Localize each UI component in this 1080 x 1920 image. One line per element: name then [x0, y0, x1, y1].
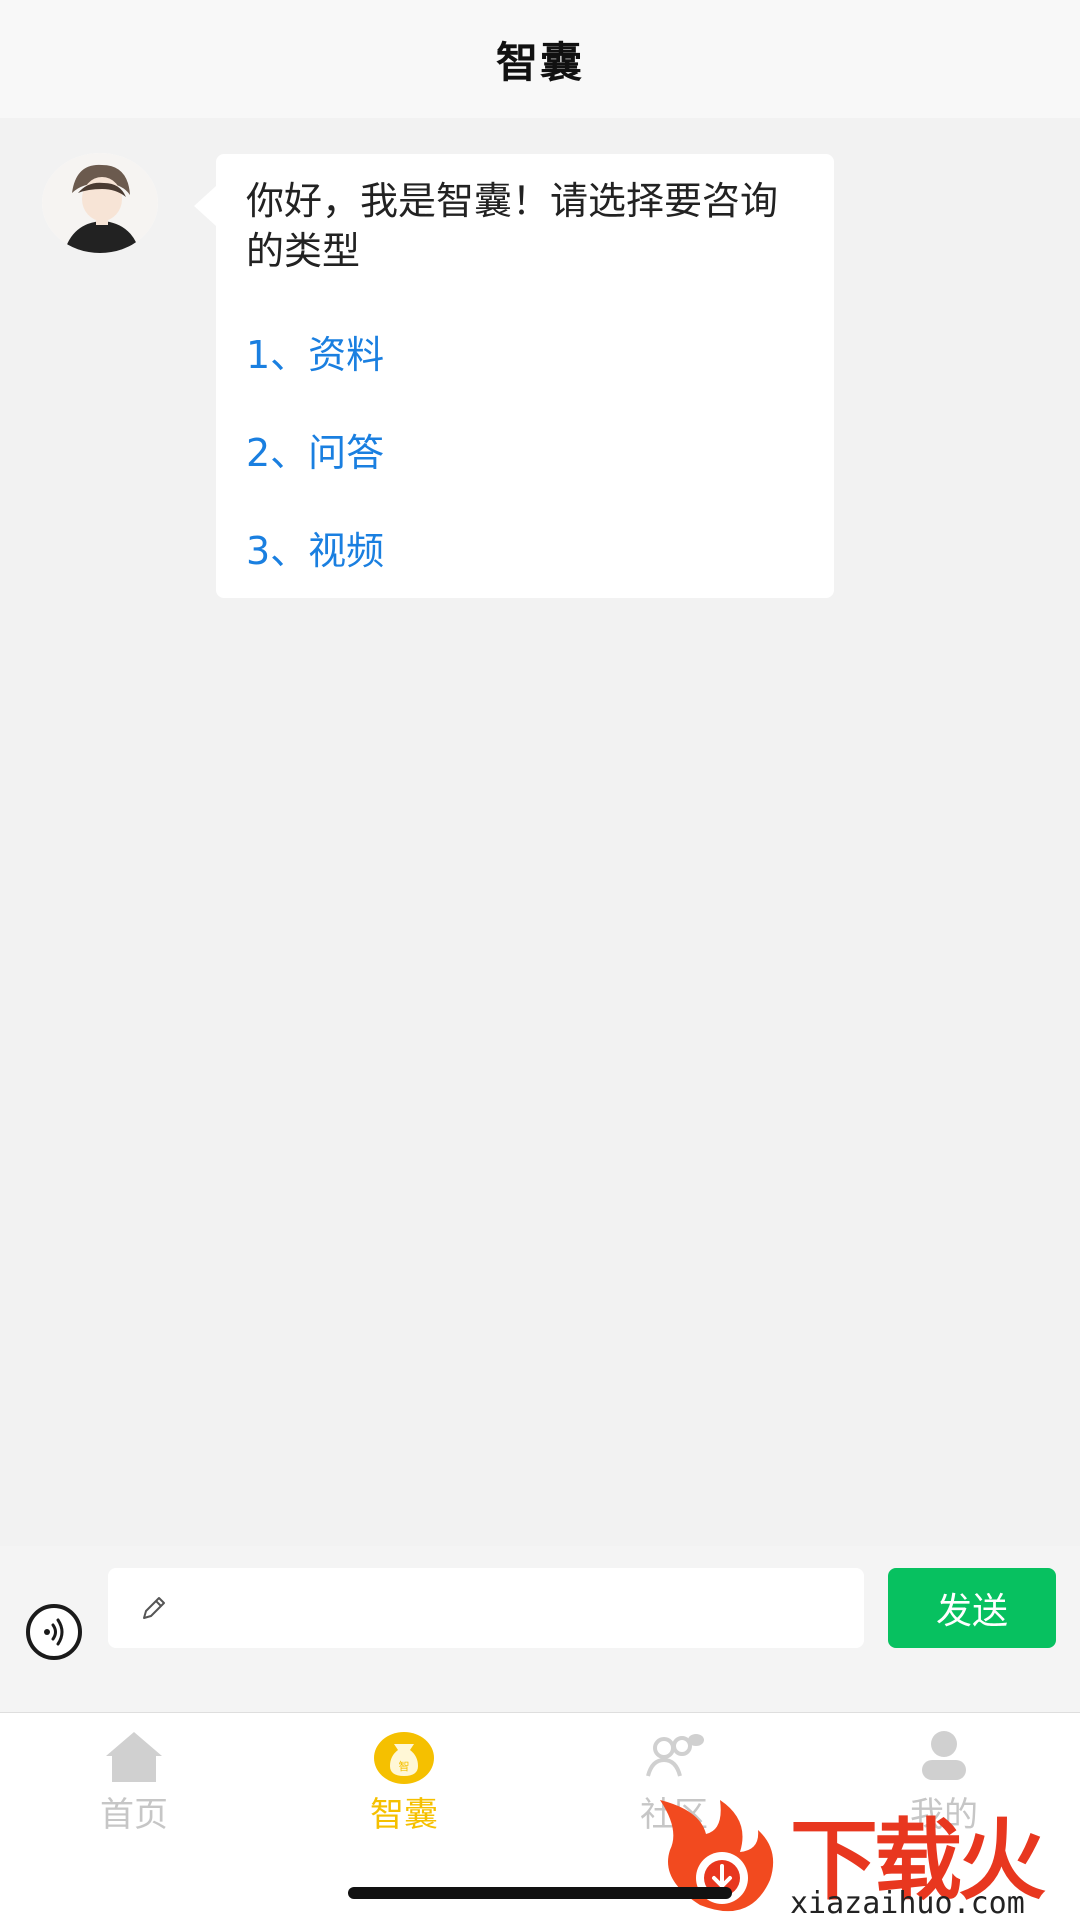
bot-message-bubble: 你好，我是智囊！请选择要咨询的类型 1、资料 2、问答 3、视频	[194, 154, 834, 598]
tab-brain-bag[interactable]: 智 智囊	[304, 1727, 504, 1837]
tab-brain-bag-label: 智囊	[370, 1795, 438, 1835]
watermark: 下载火 xiazaihuo.com	[640, 1790, 1080, 1920]
voice-icon	[44, 1618, 64, 1646]
community-icon	[640, 1727, 708, 1785]
home-indicator[interactable]	[348, 1887, 732, 1899]
bot-avatar[interactable]	[42, 153, 158, 253]
profile-icon	[910, 1727, 978, 1785]
pencil-icon	[143, 1597, 165, 1619]
svg-text:智: 智	[399, 1759, 410, 1773]
page-title: 智囊	[495, 37, 584, 87]
home-icon	[100, 1727, 168, 1785]
option-video[interactable]: 3、视频	[246, 520, 384, 575]
avatar-illustration-icon	[42, 153, 158, 253]
app-header: 智囊	[0, 0, 1080, 118]
bubble-tail	[194, 186, 216, 226]
option-qa[interactable]: 2、问答	[246, 422, 384, 477]
tab-home-label: 首页	[100, 1795, 168, 1835]
input-bar: 发送	[0, 1546, 1080, 1712]
send-button[interactable]: 发送	[888, 1568, 1056, 1648]
voice-input-button[interactable]	[26, 1604, 82, 1660]
chat-area[interactable]: 你好，我是智囊！请选择要咨询的类型 1、资料 2、问答 3、视频	[0, 118, 1080, 1546]
watermark-url: xiazaihuo.com	[790, 1886, 1025, 1920]
option-data[interactable]: 1、资料	[246, 324, 384, 379]
greeting-text: 你好，我是智囊！请选择要咨询的类型	[246, 179, 779, 273]
flame-logo-icon	[660, 1800, 774, 1912]
message-input[interactable]	[108, 1568, 864, 1648]
brain-bag-icon: 智	[370, 1727, 438, 1785]
tab-home[interactable]: 首页	[34, 1727, 234, 1837]
